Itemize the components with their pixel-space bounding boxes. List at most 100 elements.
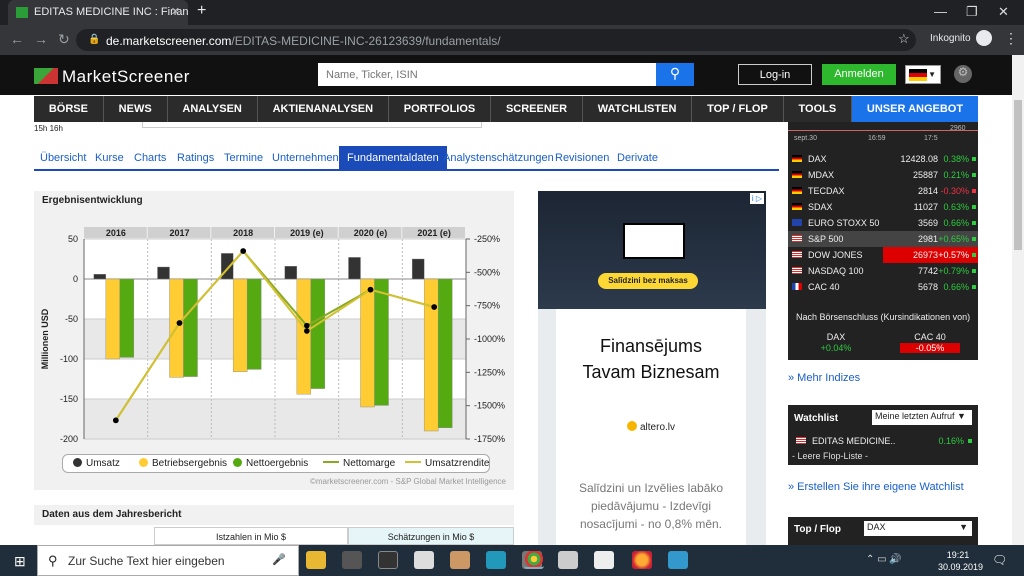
login-button[interactable]: Log-in [738, 64, 812, 85]
app-icon-8[interactable] [668, 551, 688, 569]
nav-unser-angebot[interactable]: UNSER ANGEBOT [852, 96, 978, 122]
microphone-icon[interactable]: 🎤 [272, 553, 286, 571]
browser-tab[interactable]: EDITAS MEDICINE INC : Finanzda ✕ [8, 0, 188, 25]
watchlist-select[interactable]: Meine letzten Aufruf ▼ [872, 410, 972, 425]
time-label: 15h 16h [34, 124, 63, 133]
index-row[interactable]: S&P 500 2981 +0.65% [788, 231, 978, 247]
top-flop-select[interactable]: DAX ▼ [864, 521, 972, 536]
new-tab-button[interactable]: + [197, 2, 206, 20]
nav-screener[interactable]: SCREENER [491, 96, 583, 122]
us-flag-icon [792, 267, 802, 274]
site-logo[interactable]: MarketScreener [34, 67, 190, 87]
gear-icon[interactable]: ⚙ [954, 65, 972, 83]
index-row[interactable]: SDAX 11027 0.63% [788, 199, 978, 215]
nav-boerse[interactable]: BÖRSE [34, 96, 104, 122]
legend-umsatz[interactable]: Umsatz [73, 458, 120, 469]
legend-nettoergebnis[interactable]: Nettoergebnis [233, 458, 308, 469]
watchlist-footer: - Leere Flop-Liste - [792, 451, 869, 461]
tab-ratings[interactable]: Ratings [177, 152, 214, 164]
y2-tick-label: -1250% [474, 367, 505, 377]
adchoices-icon[interactable]: i ▷ [749, 193, 764, 204]
watchlist-item[interactable]: EDITAS MEDICINE.. 0.16% [788, 433, 978, 449]
page-scrollbar[interactable] [1012, 55, 1024, 545]
tab-charts[interactable]: Charts [134, 152, 166, 164]
nav-news[interactable]: NEWS [104, 96, 168, 122]
tab-unternehmen[interactable]: Unternehmen [272, 152, 339, 164]
windows-start-icon[interactable]: ⊞ [14, 553, 26, 570]
after-close-cac[interactable]: CAC 40 -0.05% [900, 332, 960, 353]
nav-tools[interactable]: TOOLS [784, 96, 853, 122]
legend-betriebsergebnis[interactable]: Betriebsergebnis [139, 458, 227, 469]
nav-analysen[interactable]: ANALYSEN [168, 96, 258, 122]
x-tick-label: 2021 (e) [417, 228, 451, 238]
calculator-icon[interactable] [414, 551, 434, 569]
scrollbar-thumb[interactable] [1014, 100, 1022, 250]
tab-termine[interactable]: Termine [224, 152, 263, 164]
index-row[interactable]: EURO STOXX 50 3569 0.66% [788, 215, 978, 231]
tab-uebersicht[interactable]: Übersicht [40, 152, 86, 164]
app-icon-7[interactable] [594, 551, 614, 569]
app-icon-1[interactable] [342, 551, 362, 569]
bookmark-star-icon[interactable]: ☆ [898, 31, 910, 47]
index-value: 11027 [913, 202, 938, 212]
url-bar[interactable]: 🔒 de.marketscreener.com/EDITAS-MEDICINE-… [76, 29, 916, 51]
system-tray-icons[interactable]: ⌃ ▭ 🔊 [866, 554, 902, 565]
index-row[interactable]: NASDAQ 100 7742 +0.79% [788, 263, 978, 279]
firefox-icon[interactable] [632, 551, 652, 569]
language-selector[interactable]: ▼ [905, 65, 941, 84]
nav-aktienanalysen[interactable]: AKTIENANALYSEN [258, 96, 389, 122]
minimize-icon[interactable]: — [934, 4, 947, 19]
index-row[interactable]: TECDAX 2814 -0.30% [788, 183, 978, 199]
index-change: +0.65% [938, 234, 969, 244]
app-icon-2[interactable] [378, 551, 398, 569]
incognito-avatar-icon[interactable] [976, 30, 992, 46]
index-row[interactable]: MDAX 25887 0.21% [788, 167, 978, 183]
tab-derivate[interactable]: Derivate [617, 152, 658, 164]
index-change: +0.57% [938, 250, 969, 260]
point-umsatzrendite [367, 286, 374, 293]
legend-betriebsergebnis-marker [139, 458, 148, 467]
browser-menu-icon[interactable]: ⋮ [1004, 30, 1018, 47]
tab-fundamentaldaten[interactable]: Fundamentaldaten [339, 146, 447, 171]
x-tick-label: 2019 (e) [290, 228, 324, 238]
reload-icon[interactable]: ↻ [58, 31, 70, 48]
legend-umsatzrendite-marker [405, 461, 421, 463]
ad-logo: altero.lv [556, 421, 746, 433]
nav-portfolios[interactable]: PORTFOLIOS [389, 96, 492, 122]
legend-nettomarge[interactable]: Nettomarge [323, 458, 395, 469]
back-icon[interactable]: ← [10, 31, 24, 47]
app-icon-6[interactable] [558, 551, 578, 569]
create-watchlist-link[interactable]: » Erstellen Sie ihre eigene Watchlist [788, 481, 964, 493]
restore-icon[interactable]: ❐ [966, 4, 978, 20]
index-row[interactable]: DOW JONES 26973 +0.57% [788, 247, 978, 263]
taskbar-search[interactable]: ⚲ Zur Suche Text hier eingeben [37, 545, 299, 576]
after-close-dax[interactable]: DAX +0.04% [806, 332, 866, 353]
search-button[interactable]: ⚲ [656, 63, 694, 86]
file-explorer-icon[interactable] [306, 551, 326, 569]
app-icon-3[interactable] [450, 551, 470, 569]
advertisement[interactable]: i ▷ Salīdzini bez maksas Finansējums Tava… [538, 191, 766, 545]
notification-icon[interactable]: 🗨 [992, 553, 1007, 567]
taskbar-clock[interactable]: 19:21 30.09.2019 [938, 549, 983, 573]
register-button[interactable]: Anmelden [822, 64, 896, 85]
search-input[interactable] [318, 63, 656, 86]
index-row[interactable]: DAX 12428.08 0.38% [788, 151, 978, 167]
app-icon-4[interactable] [486, 551, 506, 569]
tab-kurse[interactable]: Kurse [95, 152, 124, 164]
us-flag-icon [792, 235, 802, 242]
tab-analystenschaetzungen[interactable]: Analystenschätzungen [443, 152, 554, 164]
index-row[interactable]: CAC 40 5678 0.66% [788, 279, 978, 295]
legend-umsatzrendite[interactable]: Umsatzrendite [405, 458, 489, 469]
nav-watchlisten[interactable]: WATCHLISTEN [583, 96, 693, 122]
url-path: /EDITAS-MEDICINE-INC-26123639/fundamenta… [231, 34, 501, 48]
status-square-icon [972, 285, 976, 289]
forward-icon[interactable]: → [34, 31, 48, 47]
close-tab-icon[interactable]: ✕ [171, 5, 180, 18]
window-close-icon[interactable]: ✕ [998, 4, 1009, 20]
chrome-icon[interactable] [524, 551, 544, 569]
y-tick-label: 50 [68, 234, 78, 244]
more-indices-link[interactable]: » Mehr Indizes [788, 372, 860, 384]
ad-cta-button[interactable]: Salīdzini bez maksas [598, 273, 698, 289]
nav-top-flop[interactable]: TOP / FLOP [692, 96, 784, 122]
tab-revisionen[interactable]: Revisionen [555, 152, 609, 164]
